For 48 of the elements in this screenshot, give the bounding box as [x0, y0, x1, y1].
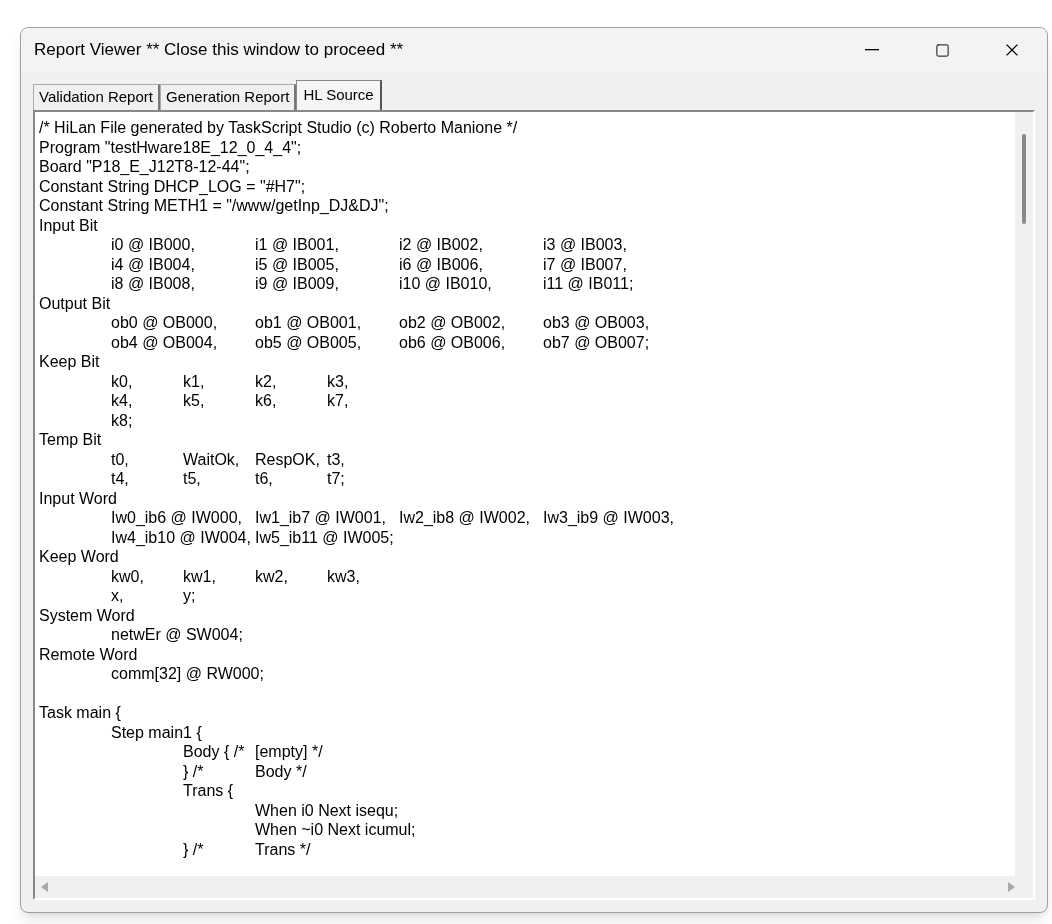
source-line: Keep Word [39, 547, 119, 567]
source-line: t0, WaitOk, RespOK, t3, [110, 449, 345, 469]
source-line: /* HiLan File generated by TaskScript Studio (c) Roberto Manione */ [39, 118, 518, 138]
window-title: Report Viewer ** Close this window to proceed ** [34, 39, 405, 62]
source-line: Constant String DHCP_LOG = "#H7"; [39, 176, 306, 196]
source-line: Step main1 { [110, 722, 202, 742]
horizontal-scrollbar[interactable] [35, 876, 1033, 898]
source-line: t4, t5, t6, t7; [110, 469, 345, 489]
source-line: Temp Bit [39, 430, 102, 450]
source-line: When i0 Next isequ; [254, 800, 399, 820]
source-line: Iw0_ib6 @ IW000, Iw1_ib7 @ IW001, Iw2_ib8 @ IW002, Iw3_ib9 @ IW003, [110, 508, 674, 528]
tab[interactable]: HL Source [296, 80, 382, 110]
source-line: ob0 @ OB000, ob1 @ OB001, ob2 @ OB002, ob3 @ OB003, [110, 313, 650, 333]
source-line: i0 @ IB000, i1 @ IB001, i2 @ IB002, i3 @ IB003, [110, 235, 627, 255]
source-line: Input Bit [39, 215, 98, 235]
tab[interactable]: Generation Report [159, 84, 297, 110]
source-line: Keep Bit [39, 352, 100, 372]
scroll-left-icon[interactable] [41, 882, 49, 892]
source-line: comm[32] @ RW000; [110, 664, 264, 684]
source-line: Output Bit [39, 293, 111, 313]
tab[interactable]: Validation Report [33, 84, 160, 110]
source-line: } /* Body */ [182, 761, 307, 781]
source-line: } /* Trans */ [182, 839, 311, 859]
source-line: Constant String METH1 = "/www/getInp_DJ&DJ"; [39, 196, 389, 216]
source-line: Board "P18_E_J12T8-12-44"; [39, 157, 250, 177]
source-line: Program "testHware18E_12_0_4_4"; [39, 137, 302, 157]
source-line: k4, k5, k6, k7, [110, 391, 349, 411]
source-line: kw0, kw1, kw2, kw3, [110, 566, 360, 586]
source-line: netwEr @ SW004; [110, 625, 243, 645]
source-line: System Word [39, 605, 135, 625]
source-line: ob4 @ OB004, ob5 @ OB005, ob6 @ OB006, ob7 @ OB007; [110, 332, 650, 352]
source-line: When ~i0 Next icumul; [254, 820, 416, 840]
scrollbar-thumb[interactable] [1022, 134, 1026, 224]
maximize-icon [934, 42, 950, 58]
source-line: k8; [110, 410, 133, 430]
minimize-icon [865, 49, 879, 51]
source-line: Iw4_ib10 @ IW004, Iw5_ib11 @ IW005; [110, 527, 394, 547]
vertical-scrollbar[interactable] [1015, 112, 1033, 876]
source-line: x, y; [110, 586, 196, 606]
source-line: i4 @ IB004, i5 @ IB005, i6 @ IB006, i7 @ IB007, [110, 254, 627, 274]
source-line: Task main { [39, 703, 121, 723]
source-line: Input Word [39, 488, 117, 508]
source-line: i8 @ IB008, i9 @ IB009, i10 @ IB010, i11 @ IB011; [110, 274, 634, 294]
source-line: Remote Word [39, 644, 138, 664]
scroll-right-icon[interactable] [1007, 882, 1015, 892]
source-line: Trans { [182, 781, 234, 801]
source-line: Body { /* [empty] */ [182, 742, 323, 762]
source-line: k0, k1, k2, k3, [110, 371, 349, 391]
